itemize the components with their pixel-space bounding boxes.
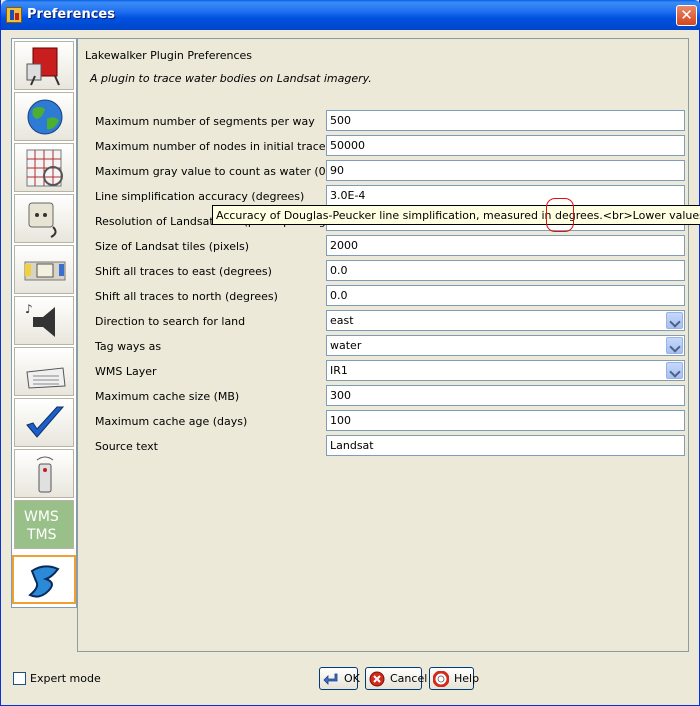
- simplification-accuracy-field[interactable]: 3.0E-4: [326, 185, 685, 206]
- cache-size-field[interactable]: 300: [326, 385, 685, 406]
- select-value: IR1: [330, 364, 348, 377]
- app-icon: [6, 7, 22, 23]
- tab-plugins[interactable]: [14, 194, 74, 243]
- row-label: Maximum number of nodes in initial trace: [95, 140, 326, 153]
- close-button[interactable]: ✕: [676, 5, 697, 26]
- shift-east-field[interactable]: 0.0: [326, 260, 685, 281]
- speaker-icon: ♪: [25, 302, 55, 337]
- water-gray-value-field[interactable]: 90: [326, 160, 685, 181]
- tooltip: Accuracy of Douglas-Peucker line simplif…: [212, 205, 700, 225]
- cache-age-field[interactable]: 100: [326, 410, 685, 431]
- expert-mode-label: Expert mode: [30, 672, 101, 685]
- tab-projection-settings[interactable]: [14, 143, 74, 192]
- row-label: Tag ways as: [95, 340, 162, 353]
- row-label: Shift all traces to north (degrees): [95, 290, 278, 303]
- cancel-button[interactable]: Cancel: [365, 667, 427, 690]
- svg-text:♪: ♪: [25, 302, 33, 316]
- tab-validator[interactable]: [14, 398, 74, 447]
- tab-map-settings[interactable]: [14, 92, 74, 141]
- segments-per-way-field[interactable]: 500: [326, 110, 685, 131]
- preferences-tab-sidebar: ♪ WMS TMS: [11, 38, 77, 608]
- row-label: Maximum gray value to count as water (0-…: [95, 165, 355, 178]
- cancel-label: Cancel: [390, 672, 428, 685]
- tab-presets[interactable]: [14, 245, 74, 294]
- title-bar[interactable]: Preferences ✕: [1, 0, 700, 30]
- lifebuoy-icon: [433, 671, 449, 687]
- tab-remote-control[interactable]: [14, 449, 74, 498]
- cancel-icon: [369, 671, 385, 687]
- tab-audio[interactable]: ♪: [14, 296, 74, 345]
- row-label: Line simplification accuracy (degrees): [95, 190, 305, 203]
- lakewalker-icon: [28, 565, 60, 598]
- tab-shortcuts[interactable]: [14, 347, 74, 396]
- row-label: Source text: [95, 440, 158, 453]
- panel-description: A plugin to trace water bodies on Landsa…: [90, 72, 372, 85]
- tab-wms-tms[interactable]: WMS TMS: [14, 500, 74, 549]
- help-button[interactable]: Help: [429, 667, 479, 690]
- tab-display-settings[interactable]: [14, 41, 74, 90]
- row-label: Direction to search for land: [95, 315, 246, 328]
- select-value: east: [330, 314, 354, 327]
- row-label: Shift all traces to east (degrees): [95, 265, 272, 278]
- row-label: WMS Layer: [95, 365, 157, 378]
- keyboard-icon: [26, 367, 66, 389]
- row-label: Size of Landsat tiles (pixels): [95, 240, 250, 253]
- folder-presets-icon: [24, 261, 66, 281]
- landsat-tile-size-field[interactable]: 2000: [326, 235, 685, 256]
- row-label: Maximum cache size (MB): [95, 390, 240, 403]
- chevron-down-icon[interactable]: [666, 362, 683, 379]
- svg-text:WMS: WMS: [24, 509, 59, 525]
- ok-arrow-icon: [323, 673, 338, 685]
- initial-trace-nodes-field[interactable]: 50000: [326, 135, 685, 156]
- tag-ways-select[interactable]: water: [326, 335, 685, 356]
- checkmark-icon: [26, 406, 65, 438]
- tab-lakewalker[interactable]: [12, 555, 76, 604]
- shift-north-field[interactable]: 0.0: [326, 285, 685, 306]
- checkbox-box[interactable]: [13, 672, 26, 685]
- highlight-annotation: [546, 198, 574, 232]
- paint-easel-icon: [26, 47, 60, 86]
- panel-title: Lakewalker Plugin Preferences: [85, 49, 253, 62]
- ok-button[interactable]: OK: [319, 667, 360, 690]
- wms-tms-icon: WMS TMS: [24, 509, 59, 543]
- chevron-down-icon[interactable]: [666, 337, 683, 354]
- power-plug-icon: [28, 202, 57, 238]
- svg-text:TMS: TMS: [26, 527, 57, 543]
- ok-label: OK: [344, 672, 360, 685]
- lakewalker-preferences-panel: Lakewalker Plugin Preferences A plugin t…: [77, 38, 689, 652]
- chevron-down-icon[interactable]: [666, 312, 683, 329]
- wms-layer-select[interactable]: IR1: [326, 360, 685, 381]
- row-label: Maximum cache age (days): [95, 415, 248, 428]
- window-title: Preferences: [27, 7, 115, 22]
- globe-icon: [27, 99, 63, 135]
- help-label: Help: [454, 672, 480, 685]
- select-value: water: [330, 339, 362, 352]
- source-text-field[interactable]: Landsat: [326, 435, 685, 456]
- remote-control-icon: [36, 456, 54, 493]
- land-direction-select[interactable]: east: [326, 310, 685, 331]
- row-label: Maximum number of segments per way: [95, 115, 315, 128]
- preferences-window: Preferences ✕ ♪ WMS TMS Lakewalker Plugi…: [0, 0, 700, 706]
- grid-projection-icon: [26, 149, 63, 187]
